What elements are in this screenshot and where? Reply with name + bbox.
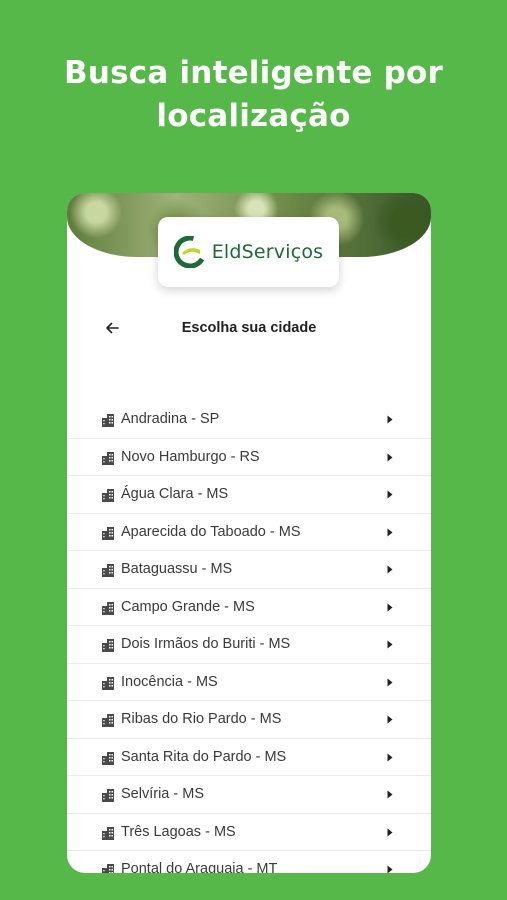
- screen-title: Escolha sua cidade: [181, 320, 317, 336]
- brand-logo-card: EldServiços: [158, 217, 339, 287]
- caret-right-icon: [387, 490, 393, 499]
- city-label: Selvíria - MS: [121, 786, 204, 803]
- caret-right-icon: [387, 565, 393, 574]
- headline-line-2: localização: [156, 98, 351, 134]
- city-label: Pontal do Araguaia - MT: [121, 861, 278, 873]
- arrow-left-icon: [106, 322, 119, 334]
- city-label: Andradina - SP: [121, 411, 220, 428]
- caret-right-icon: [387, 640, 393, 649]
- city-item[interactable]: Novo Hamburgo - RS: [67, 439, 431, 476]
- building-icon: [102, 489, 114, 502]
- city-label: Novo Hamburgo - RS: [121, 448, 260, 465]
- city-list: Andradina - SP Novo Hamburgo - RS Água Cla…: [67, 401, 431, 873]
- city-label: Santa Rita do Pardo - MS: [121, 748, 287, 765]
- back-button[interactable]: [101, 317, 123, 339]
- building-icon: [102, 451, 114, 465]
- building-icon: [102, 826, 114, 840]
- city-label: Ribas do Rio Pardo - MS: [121, 711, 282, 728]
- caret-right-icon: [387, 603, 393, 611]
- city-label: Inocência - MS: [121, 673, 218, 690]
- headline-line-1: Busca inteligente por: [64, 55, 443, 91]
- caret-right-icon: [387, 715, 393, 724]
- city-item[interactable]: Três Lagoas - MS: [67, 814, 431, 851]
- city-item[interactable]: Bataguassu - MS: [67, 551, 431, 589]
- city-item[interactable]: Selvíria - MS: [67, 776, 431, 814]
- caret-right-icon: [387, 453, 393, 461]
- phone-screen: EldServiços Escolha sua cidade Andradina…: [67, 193, 431, 873]
- building-icon: [102, 639, 114, 652]
- building-icon: [102, 864, 114, 873]
- building-icon: [102, 601, 114, 615]
- city-item[interactable]: Água Clara - MS: [67, 476, 431, 514]
- building-icon: [102, 564, 114, 577]
- building-icon: [102, 414, 114, 427]
- city-item[interactable]: Santa Rita do Pardo - MS: [67, 739, 431, 776]
- building-icon: [102, 676, 114, 690]
- building-icon: [102, 789, 114, 802]
- caret-right-icon: [387, 753, 393, 761]
- caret-right-icon: [387, 415, 393, 424]
- city-item[interactable]: Inocência - MS: [67, 664, 431, 701]
- caret-right-icon: [387, 528, 393, 536]
- city-label: Campo Grande - MS: [121, 598, 255, 615]
- caret-right-icon: [387, 828, 393, 836]
- city-label: Dois Irmãos do Buriti - MS: [121, 636, 291, 653]
- city-label: Três Lagoas - MS: [121, 823, 236, 840]
- brand-logo-icon: [173, 236, 206, 268]
- city-item[interactable]: Ribas do Rio Pardo - MS: [67, 701, 431, 739]
- building-icon: [102, 714, 114, 727]
- city-item[interactable]: Dois Irmãos do Buriti - MS: [67, 626, 431, 664]
- city-label: Água Clara - MS: [121, 486, 229, 503]
- caret-right-icon: [387, 865, 393, 873]
- brand-name: EldServiços: [211, 241, 324, 263]
- city-item[interactable]: Campo Grande - MS: [67, 589, 431, 626]
- city-label: Bataguassu - MS: [121, 561, 233, 578]
- city-label: Aparecida do Taboado - MS: [121, 523, 301, 540]
- building-icon: [102, 751, 114, 765]
- building-icon: [102, 526, 114, 540]
- city-item[interactable]: Andradina - SP: [67, 401, 431, 439]
- caret-right-icon: [387, 790, 393, 799]
- promo-headline: Busca inteligente por localização: [0, 52, 507, 138]
- caret-right-icon: [387, 678, 393, 686]
- city-item[interactable]: Aparecida do Taboado - MS: [67, 514, 431, 551]
- city-item[interactable]: Pontal do Araguaia - MT: [67, 851, 431, 873]
